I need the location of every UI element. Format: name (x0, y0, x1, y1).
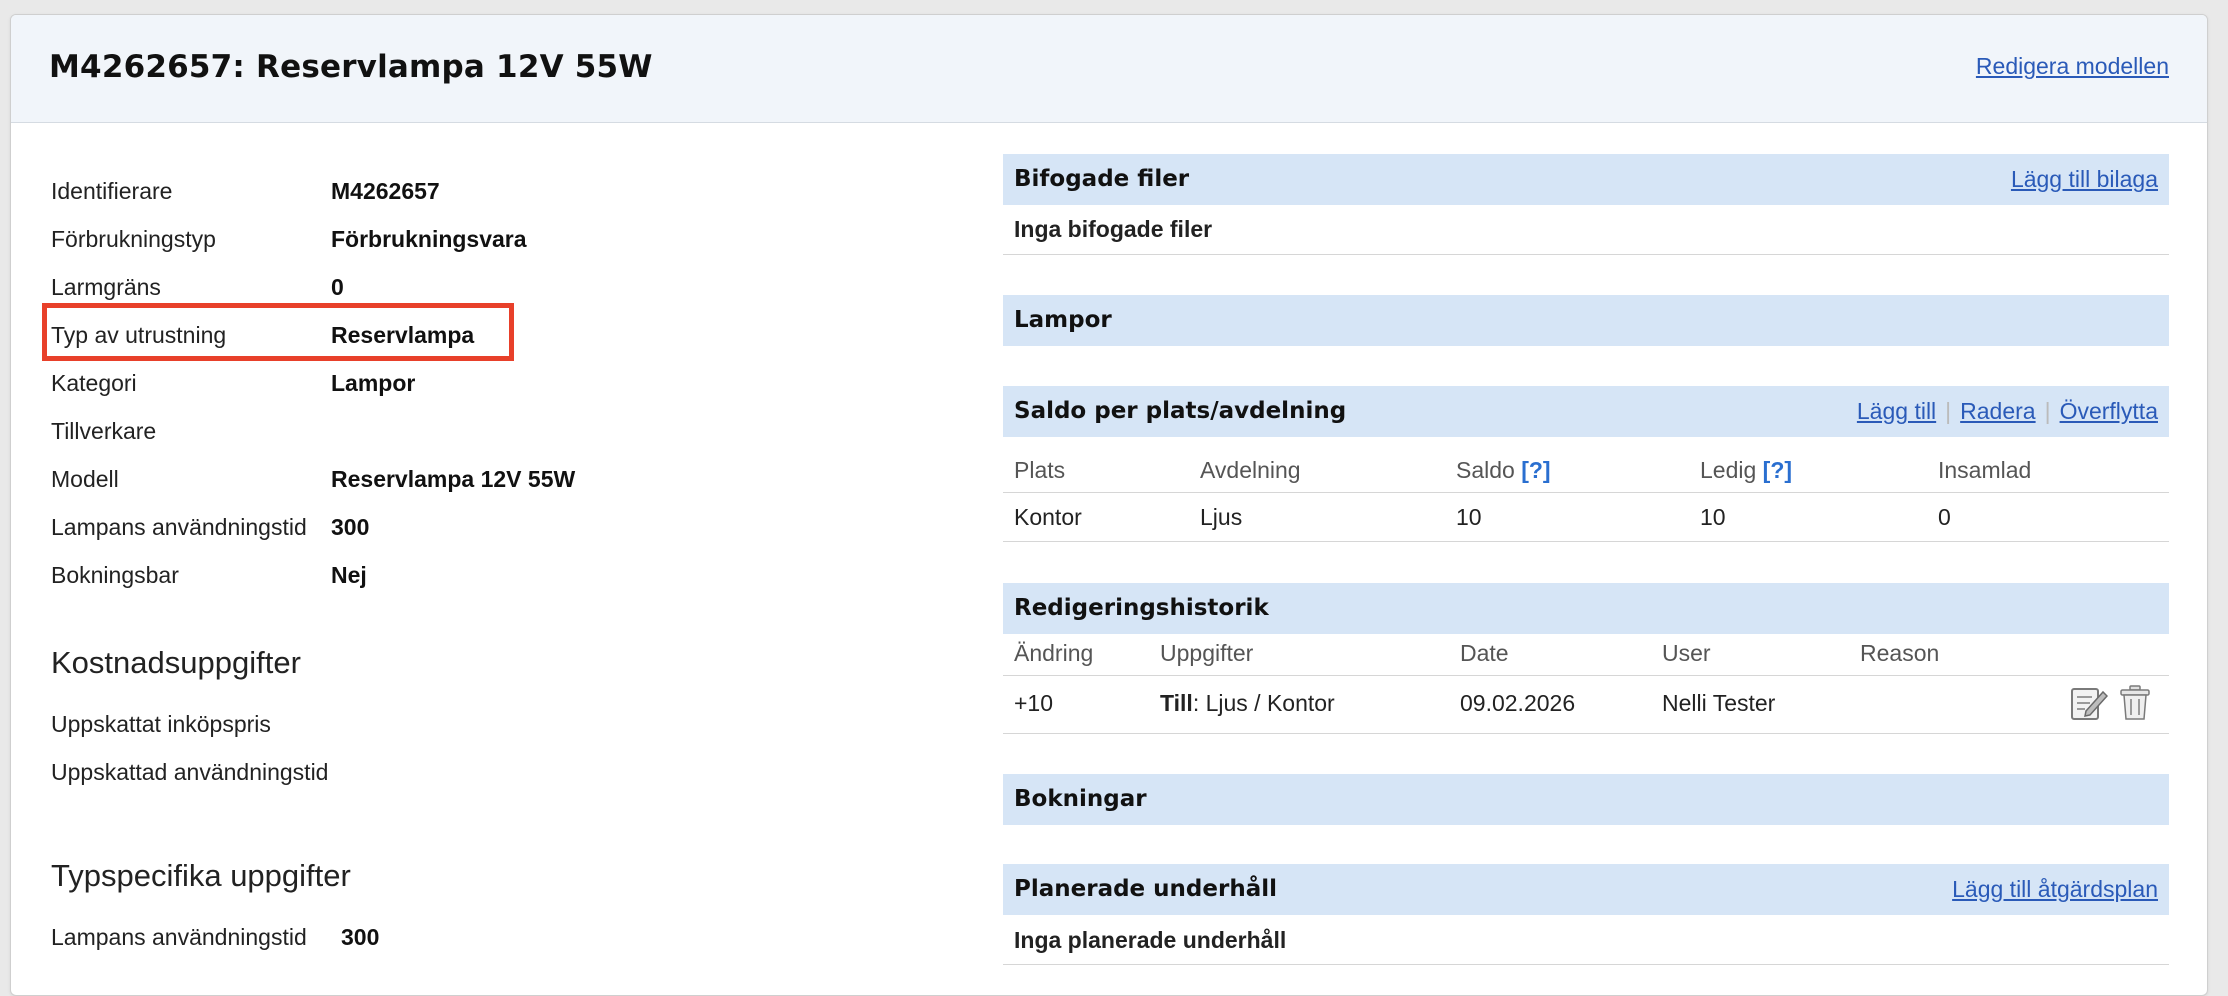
delete-stock-link[interactable]: Radera (1960, 398, 2035, 424)
divider (1003, 964, 2169, 965)
help-icon[interactable]: [?] (1521, 457, 1550, 483)
model-panel: M4262657: Reservlampa 12V 55W Redigera m… (10, 14, 2208, 996)
history-cell-details: Till: Ljus / Kontor (1160, 690, 1335, 716)
divider (1003, 733, 2169, 734)
history-title: Redigeringshistorik (1014, 595, 1269, 621)
history-cell-user: Nelli Tester (1662, 690, 1776, 716)
property-label: Bokningsbar (51, 562, 179, 588)
lamps-header: Lampor (1003, 295, 2169, 346)
stock-cell-balance: 10 (1456, 504, 1482, 530)
attachments-empty: Inga bifogade filer (1014, 216, 1213, 242)
stock-header: Saldo per plats/avdelning Lägg till | Rade… (1003, 386, 2169, 437)
bookings-title: Bokningar (1014, 786, 1147, 812)
highlight-box (42, 303, 514, 361)
divider (1003, 254, 2169, 255)
divider (1003, 492, 2169, 493)
property-value: 300 (341, 924, 380, 950)
column-header-reason: Reason (1860, 640, 1940, 666)
column-header-change: Ändring (1014, 640, 1094, 666)
column-header-free: Ledig [?] (1700, 457, 1793, 483)
property-label: Kategori (51, 370, 137, 396)
trash-icon[interactable] (2116, 684, 2154, 722)
column-header-place: Plats (1014, 457, 1066, 483)
type-specific-section-title: Typspecifika uppgifter (51, 858, 351, 893)
stock-cell-place: Kontor (1014, 504, 1082, 530)
column-header-balance: Saldo [?] (1456, 457, 1551, 483)
maintenance-title: Planerade underhåll (1014, 876, 1277, 902)
column-header-user: User (1662, 640, 1711, 666)
property-value: Reservlampa 12V 55W (331, 466, 576, 492)
column-header-collected: Insamlad (1938, 457, 2032, 483)
history-header: Redigeringshistorik (1003, 583, 2169, 634)
stock-cell-free: 10 (1700, 504, 1726, 530)
transfer-stock-link[interactable]: Överflytta (2060, 398, 2158, 424)
column-header-department: Avdelning (1200, 457, 1301, 483)
cost-row: Uppskattat inköpspris (51, 711, 271, 737)
edit-model-link[interactable]: Redigera modellen (1976, 53, 2169, 80)
page-header: M4262657: Reservlampa 12V 55W Redigera m… (11, 15, 2207, 123)
property-label: Identifierare (51, 178, 173, 204)
history-cell-date: 09.02.2026 (1460, 690, 1576, 716)
property-label: Lampans användningstid (51, 924, 307, 950)
add-attachment-link[interactable]: Lägg till bilaga (2011, 166, 2158, 192)
edit-icon[interactable] (2070, 684, 2108, 722)
property-label: Lampans användningstid (51, 514, 307, 540)
cost-row: Uppskattad användningstid (51, 759, 329, 785)
property-label: Modell (51, 466, 119, 492)
stock-cell-department: Ljus (1200, 504, 1243, 530)
add-stock-link[interactable]: Lägg till (1857, 398, 1936, 424)
help-icon[interactable]: [?] (1763, 457, 1792, 483)
divider (1003, 675, 2169, 676)
property-value: M4262657 (331, 178, 440, 204)
property-value: Förbrukningsvara (331, 226, 527, 252)
property-label: Förbrukningstyp (51, 226, 216, 252)
add-action-plan-link[interactable]: Lägg till åtgärdsplan (1952, 876, 2158, 902)
divider (1003, 541, 2169, 542)
stock-title: Saldo per plats/avdelning (1014, 398, 1347, 424)
page-title: M4262657: Reservlampa 12V 55W (49, 49, 653, 85)
column-header-date: Date (1460, 640, 1509, 666)
attachments-title: Bifogade filer (1014, 166, 1190, 192)
attachments-header: Bifogade filer Lägg till bilaga (1003, 154, 2169, 205)
property-value: Nej (331, 562, 367, 588)
column-header-details: Uppgifter (1160, 640, 1254, 666)
history-cell-change: +10 (1014, 690, 1054, 716)
property-value: 300 (331, 514, 370, 540)
lamps-title: Lampor (1014, 307, 1112, 333)
property-label: Tillverkare (51, 418, 157, 444)
property-value: Lampor (331, 370, 416, 396)
cost-section-title: Kostnadsuppgifter (51, 645, 301, 680)
maintenance-empty: Inga planerade underhåll (1014, 927, 1287, 953)
maintenance-header: Planerade underhåll Lägg till åtgärdspla… (1003, 864, 2169, 915)
stock-cell-collected: 0 (1938, 504, 1951, 530)
bookings-header: Bokningar (1003, 774, 2169, 825)
